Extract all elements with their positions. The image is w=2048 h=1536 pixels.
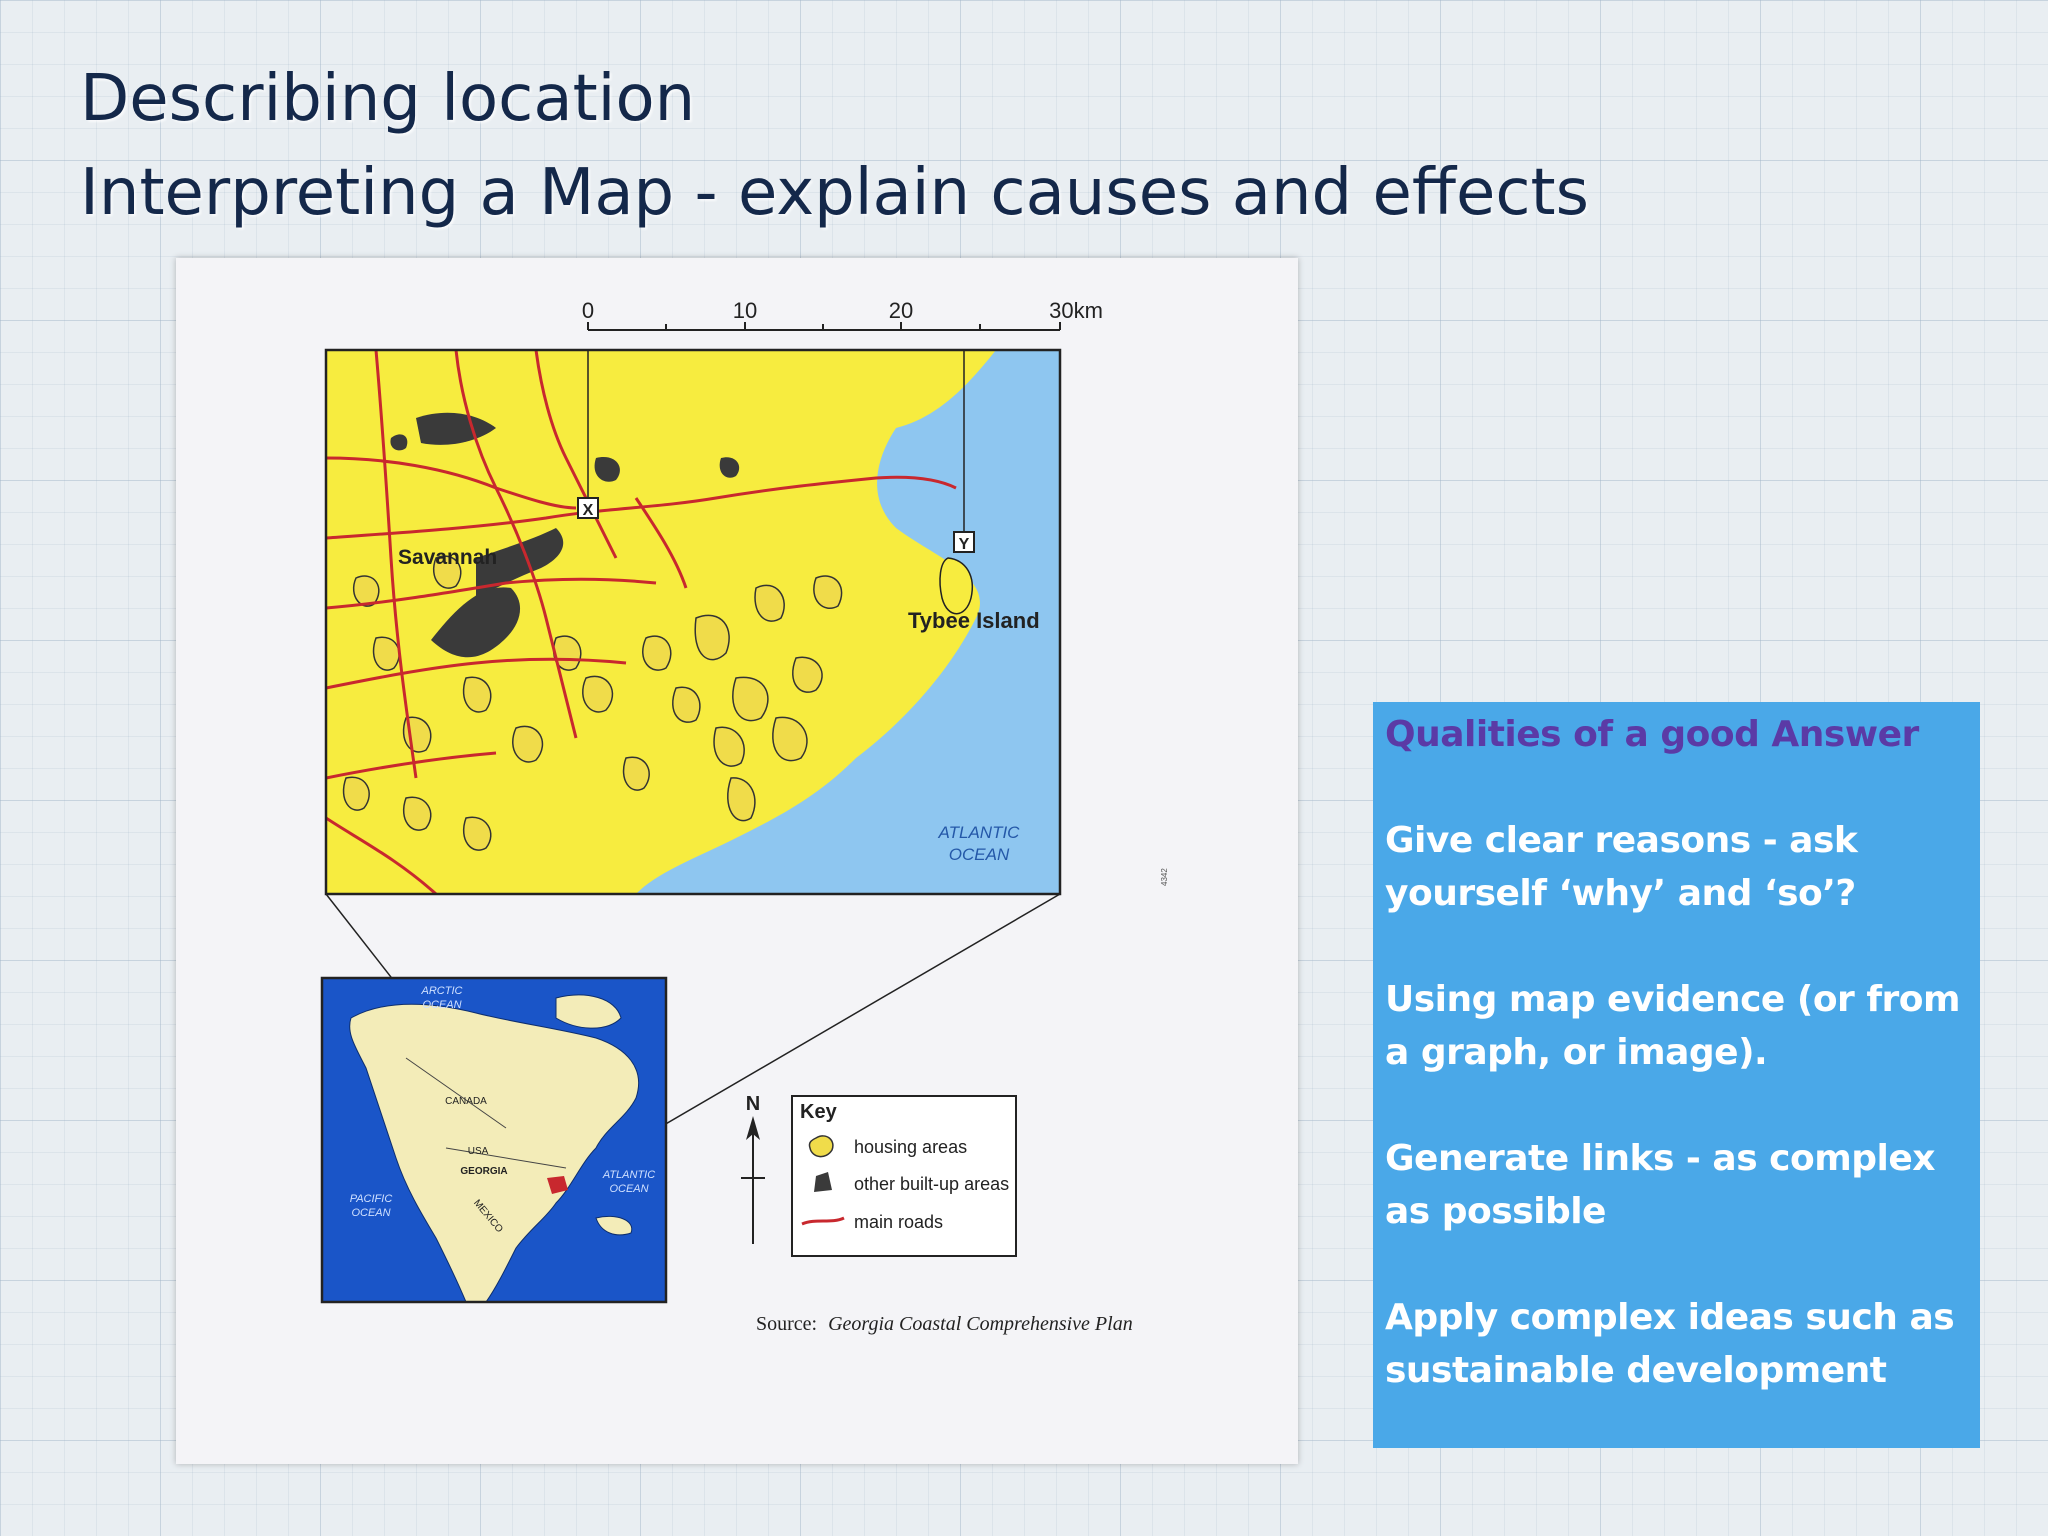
north-label: N	[746, 1093, 760, 1115]
key-title: Key	[800, 1101, 838, 1123]
slide-title: Describing location Interpreting a Map -…	[80, 52, 1589, 240]
inset-label-pacific-2: OCEAN	[351, 1207, 390, 1219]
map-key: Key housing areas other built-up areas m…	[791, 1095, 1017, 1257]
quality-point: Apply complex ideas such as sustainable …	[1385, 1297, 1955, 1391]
qualities-panel: Qualities of a good Answer Give clear re…	[1373, 702, 1980, 1448]
title-line-2: Interpreting a Map - explain causes and …	[80, 156, 1589, 230]
scale-bar: 0 10 20 30km	[582, 298, 1103, 331]
title-line-1: Describing location	[80, 62, 696, 136]
scale-tick-10: 10	[733, 298, 757, 323]
map-figure: 0 10 20 30km X Y Savannah Tybee Island A…	[176, 258, 1298, 1464]
panel-heading: Qualities of a good Answer	[1385, 714, 1919, 755]
quality-point: Give clear reasons - ask yourself ‘why’ …	[1385, 820, 1858, 914]
north-arrow-icon: N	[741, 1093, 765, 1244]
side-code: 4342	[1160, 868, 1169, 886]
inset-label-atlantic-2: OCEAN	[609, 1183, 648, 1195]
housing-areas-swatch-icon	[808, 1135, 834, 1158]
label-atlantic-ocean-1: ATLANTIC	[938, 823, 1021, 842]
inset-label-arctic-1: ARCTIC	[421, 985, 463, 997]
marker-x-label: X	[583, 502, 594, 519]
label-atlantic-ocean-2: OCEAN	[949, 845, 1010, 864]
inset-label-canada: CANADA	[445, 1096, 487, 1107]
inset-map-north-america: ARCTIC OCEAN CANADA USA GEORGIA MEXICO P…	[320, 976, 668, 1304]
inset-label-georgia: GEORGIA	[460, 1166, 507, 1177]
source-label: Source:	[756, 1313, 817, 1335]
scale-tick-0: 0	[582, 298, 594, 323]
label-tybee-island: Tybee Island	[908, 608, 1040, 633]
label-savannah: Savannah	[398, 546, 497, 569]
inset-label-arctic-2: OCEAN	[422, 999, 461, 1011]
main-map: X Y Savannah Tybee Island ATLANTIC OCEAN	[324, 348, 1062, 896]
inset-label-atlantic-1: ATLANTIC	[602, 1169, 655, 1181]
inset-label-usa: USA	[468, 1146, 489, 1157]
key-main-roads: main roads	[854, 1212, 943, 1232]
source-title: Georgia Coastal Comprehensive Plan	[828, 1313, 1133, 1335]
inset-label-pacific-1: PACIFIC	[350, 1193, 393, 1205]
quality-point: Using map evidence (or from a graph, or …	[1385, 979, 1961, 1073]
key-housing-areas: housing areas	[854, 1137, 967, 1157]
scale-tick-30km: 30km	[1049, 298, 1103, 323]
scale-tick-20: 20	[889, 298, 913, 323]
key-other-built-up-areas: other built-up areas	[854, 1174, 1009, 1194]
map-source: Source: Georgia Coastal Comprehensive Pl…	[756, 1313, 1133, 1335]
quality-point: Generate links - as complex as possible	[1385, 1138, 1935, 1232]
marker-y-label: Y	[959, 536, 970, 553]
